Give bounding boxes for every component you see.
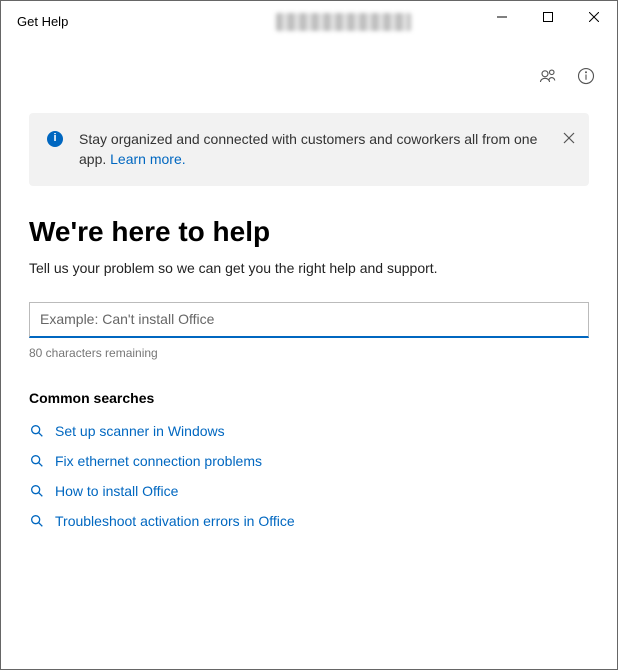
info-icon (577, 67, 595, 85)
common-search-label: Troubleshoot activation errors in Office (55, 513, 295, 529)
top-icons (539, 67, 595, 85)
common-searches-list: Set up scanner in Windows Fix ethernet c… (29, 416, 589, 536)
page-subtitle: Tell us your problem so we can get you t… (29, 260, 589, 276)
page-title: We're here to help (29, 216, 589, 248)
common-searches-title: Common searches (29, 390, 589, 406)
common-search-label: Fix ethernet connection problems (55, 453, 262, 469)
banner-learn-more-link[interactable]: Learn more. (110, 151, 185, 167)
info-button[interactable] (577, 67, 595, 85)
common-search-item[interactable]: Troubleshoot activation errors in Office (29, 506, 589, 536)
common-search-label: How to install Office (55, 483, 178, 499)
search-icon (29, 423, 45, 439)
content-area: i Stay organized and connected with cust… (1, 41, 617, 669)
search-input[interactable] (29, 302, 589, 338)
x-icon (563, 132, 575, 144)
search-icon (29, 513, 45, 529)
common-search-item[interactable]: Fix ethernet connection problems (29, 446, 589, 476)
banner-close-button[interactable] (563, 129, 575, 149)
close-icon (589, 12, 599, 22)
maximize-icon (543, 12, 553, 22)
minimize-icon (497, 12, 507, 22)
search-icon (29, 483, 45, 499)
headset-icon (539, 67, 557, 85)
titlebar-blur (276, 13, 411, 31)
info-badge-icon: i (47, 131, 63, 147)
close-button[interactable] (571, 1, 617, 33)
window-title: Get Help (17, 14, 68, 29)
common-search-item[interactable]: Set up scanner in Windows (29, 416, 589, 446)
info-banner: i Stay organized and connected with cust… (29, 113, 589, 186)
minimize-button[interactable] (479, 1, 525, 33)
common-search-item[interactable]: How to install Office (29, 476, 589, 506)
main-body: i Stay organized and connected with cust… (1, 41, 617, 536)
window-frame: Get Help (0, 0, 618, 670)
contact-support-button[interactable] (539, 67, 557, 85)
common-search-label: Set up scanner in Windows (55, 423, 225, 439)
maximize-button[interactable] (525, 1, 571, 33)
titlebar: Get Help (1, 1, 617, 41)
window-controls (479, 1, 617, 33)
character-counter: 80 characters remaining (29, 346, 589, 360)
search-icon (29, 453, 45, 469)
